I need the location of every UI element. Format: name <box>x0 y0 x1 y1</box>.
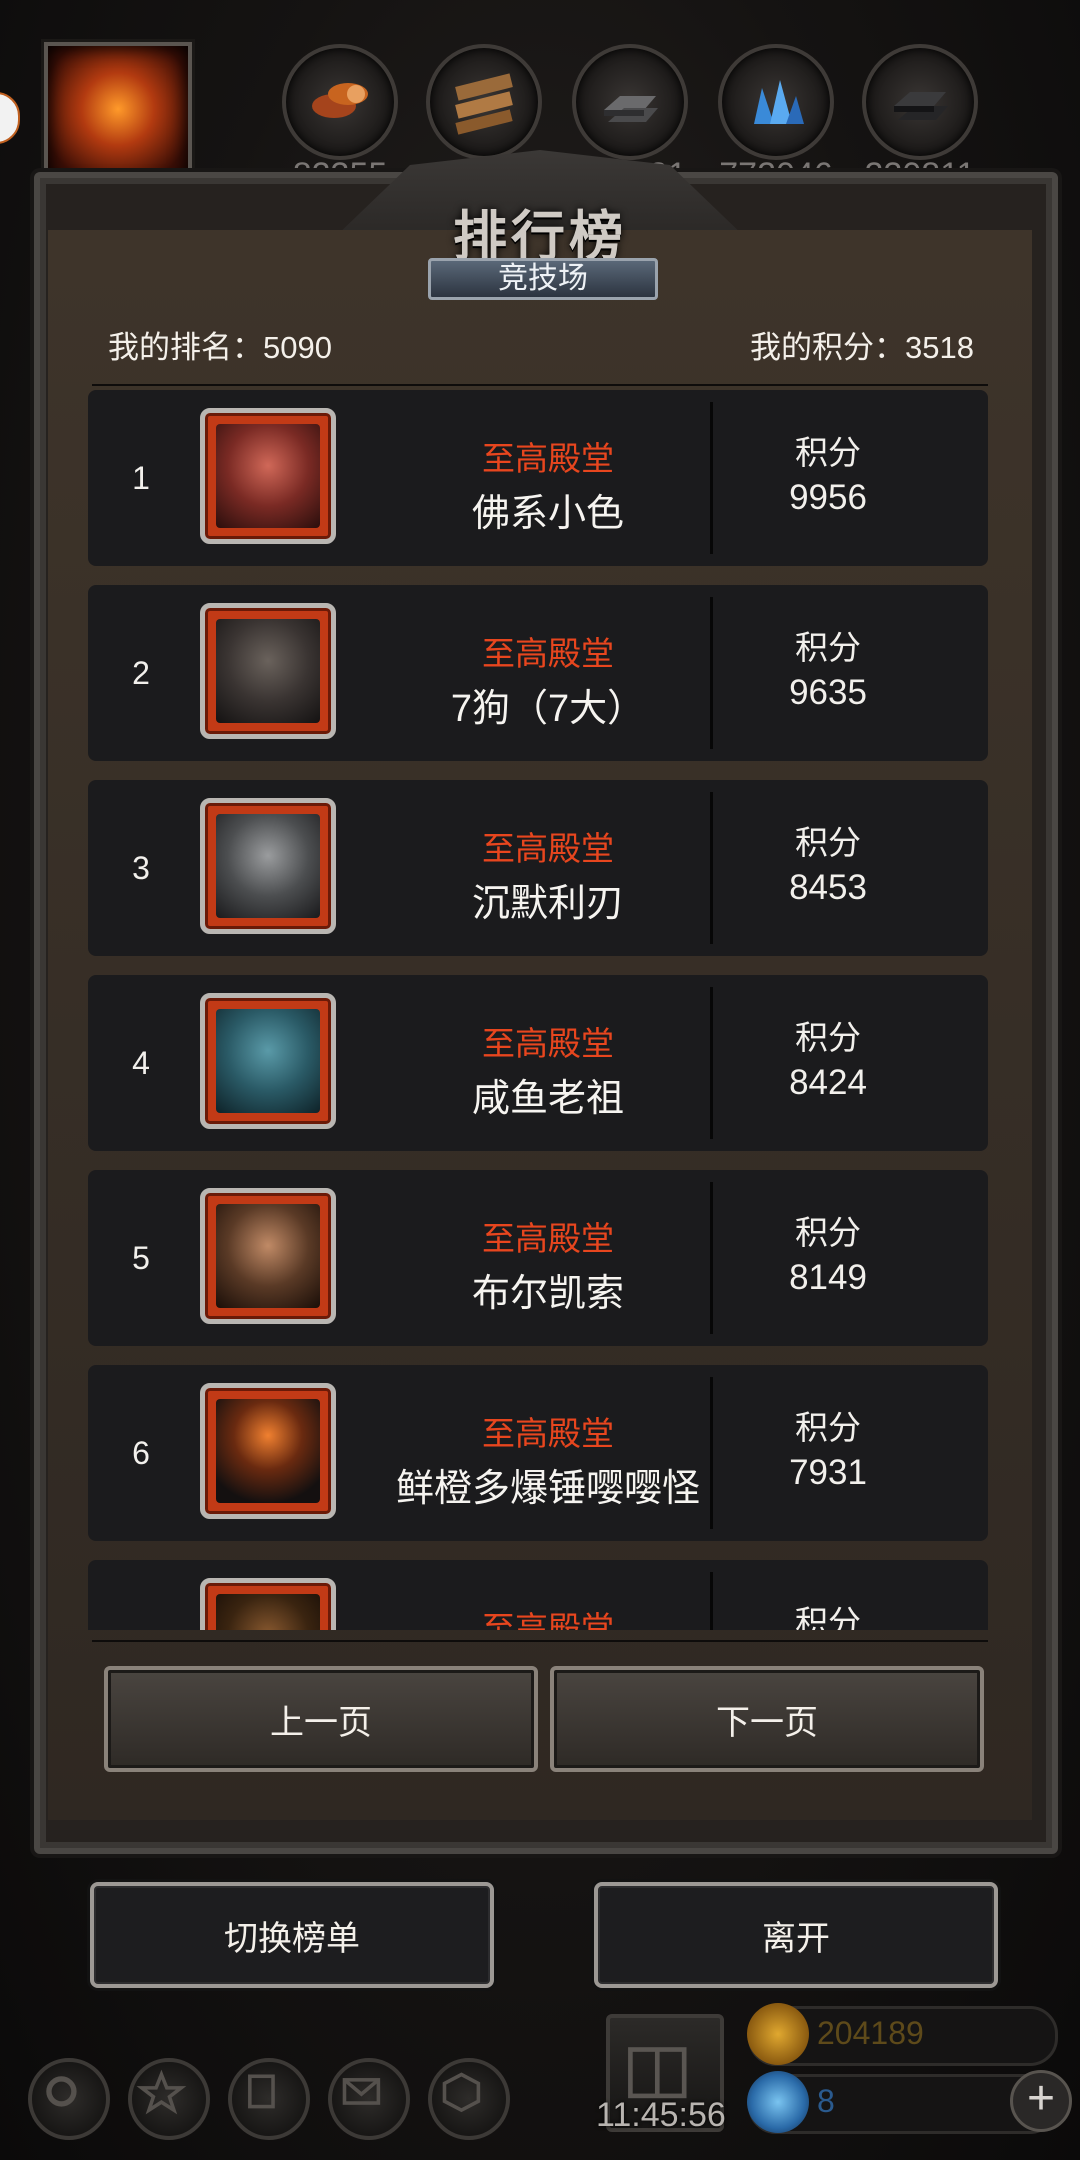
guild-name: 至高殿堂 <box>482 1610 614 1630</box>
avatar[interactable] <box>200 1578 336 1630</box>
gold-coin-icon <box>747 2003 809 2065</box>
lumber-plank-resource[interactable]: 170865 <box>426 44 542 194</box>
table-row[interactable]: 1 至高殿堂 佛系小色 积分 9956 <box>88 390 988 566</box>
table-row[interactable]: 4 至高殿堂 咸鱼老祖 积分 8424 <box>88 975 988 1151</box>
column-divider <box>710 402 713 554</box>
gold-counter: 204189 <box>747 2003 1058 2066</box>
table-row[interactable]: 5 至高殿堂 布尔凯索 积分 8149 <box>88 1170 988 1346</box>
wood-log-resource[interactable]: 82355 <box>282 44 398 194</box>
score-label: 积分 <box>795 434 861 471</box>
star-icon <box>136 2069 187 2115</box>
score-value: 7931 <box>789 1453 867 1492</box>
score-value: 9956 <box>789 478 867 517</box>
player-name: 7狗（7大） <box>450 688 646 730</box>
gear-icon <box>46 2076 77 2107</box>
my-rank: 我的排名：5090 <box>108 330 332 365</box>
leave-button[interactable]: 离开 <box>594 1882 998 1988</box>
mail-button[interactable] <box>328 2058 410 2140</box>
rank-number: 2 <box>132 655 150 691</box>
guild-name: 至高殿堂 <box>482 830 614 867</box>
player-name: 咸鱼老祖 <box>471 1078 624 1120</box>
iron-ingot-icon <box>604 96 658 122</box>
score-value: 8149 <box>789 1258 867 1297</box>
switch-board-button[interactable]: 切换榜单 <box>90 1882 494 1988</box>
avatar[interactable] <box>200 1383 336 1519</box>
score-label: 积分 <box>795 824 861 861</box>
gem-amount: 8 <box>817 2083 835 2119</box>
rank-number: 6 <box>132 1435 150 1471</box>
my-score: 我的积分：3518 <box>750 330 974 365</box>
gem-icon <box>747 2071 809 2133</box>
score-label: 积分 <box>795 1604 861 1630</box>
player-name: 布尔凯索 <box>471 1273 624 1315</box>
table-row[interactable]: 6 至高殿堂 鲜橙多爆锤嘤嘤怪 积分 7931 <box>88 1365 988 1541</box>
guild-name: 至高殿堂 <box>482 635 614 672</box>
rank-number: 5 <box>132 1240 150 1276</box>
column-divider <box>710 1572 713 1630</box>
player-name: 佛系小色 <box>471 493 624 535</box>
lumber-plank-icon <box>455 73 513 135</box>
prev-page-button[interactable]: 上一页 <box>104 1666 538 1772</box>
score-value: 8424 <box>789 1063 867 1102</box>
cube-icon <box>442 2072 481 2113</box>
score-label: 积分 <box>795 629 861 666</box>
guild-name: 至高殿堂 <box>482 1415 614 1452</box>
column-divider <box>710 792 713 944</box>
armor-icon <box>248 2074 275 2109</box>
steel-ingot-resource[interactable]: 230811 <box>862 44 978 194</box>
add-currency-button[interactable]: + <box>1010 2070 1072 2132</box>
divider-bottom <box>92 1640 988 1642</box>
iron-ingot-resource[interactable]: 677631 <box>572 44 688 194</box>
guild-name: 至高殿堂 <box>482 440 614 477</box>
shop-button[interactable] <box>428 2058 510 2140</box>
wood-log-icon <box>312 83 368 118</box>
score-value: 8453 <box>789 868 867 907</box>
player-name: 沉默利刃 <box>471 883 624 925</box>
ranking-list[interactable]: 1 至高殿堂 佛系小色 积分 9956 2 至高殿堂 7狗（7大） 积分 963… <box>88 390 988 1630</box>
blue-crystal-icon <box>754 80 804 124</box>
blue-crystal-resource[interactable]: 772046 <box>718 44 834 194</box>
clock: 11:45:56 <box>596 2096 726 2134</box>
score-label: 积分 <box>795 1409 861 1446</box>
steel-ingot-icon <box>894 92 948 120</box>
column-divider <box>710 597 713 749</box>
settings-button[interactable] <box>28 2058 110 2140</box>
divider-top <box>92 384 988 386</box>
column-divider <box>710 1182 713 1334</box>
score-value: 9635 <box>789 673 867 712</box>
avatar[interactable] <box>200 603 336 739</box>
mail-icon <box>342 2078 381 2105</box>
hero-portrait[interactable] <box>44 42 192 190</box>
achievements-button[interactable] <box>128 2058 210 2140</box>
score-label: 积分 <box>795 1019 861 1056</box>
table-row[interactable]: 2 至高殿堂 7狗（7大） 积分 9635 <box>88 585 988 761</box>
table-row[interactable]: 3 至高殿堂 沉默利刃 积分 8453 <box>88 780 988 956</box>
guild-name: 至高殿堂 <box>482 1220 614 1257</box>
next-page-button[interactable]: 下一页 <box>550 1666 984 1772</box>
score-label: 积分 <box>795 1214 861 1251</box>
rank-number: 4 <box>132 1045 150 1081</box>
gold-amount: 204189 <box>817 2015 924 2051</box>
avatar[interactable] <box>200 408 336 544</box>
avatar[interactable] <box>200 798 336 934</box>
guild-name: 至高殿堂 <box>482 1025 614 1062</box>
column-divider <box>710 1377 713 1529</box>
rank-number: 3 <box>132 850 150 886</box>
table-row[interactable]: 至高殿堂 积分 <box>88 1560 988 1630</box>
rank-number: 1 <box>132 460 150 496</box>
notification-bubble[interactable] <box>0 92 20 144</box>
inventory-button[interactable] <box>228 2058 310 2140</box>
avatar[interactable] <box>200 1188 336 1324</box>
player-name: 鲜橙多爆锤嘤嘤怪 <box>395 1468 700 1510</box>
avatar[interactable] <box>200 993 336 1129</box>
column-divider <box>710 987 713 1139</box>
tab-arena[interactable]: 竞技场 <box>428 258 658 300</box>
